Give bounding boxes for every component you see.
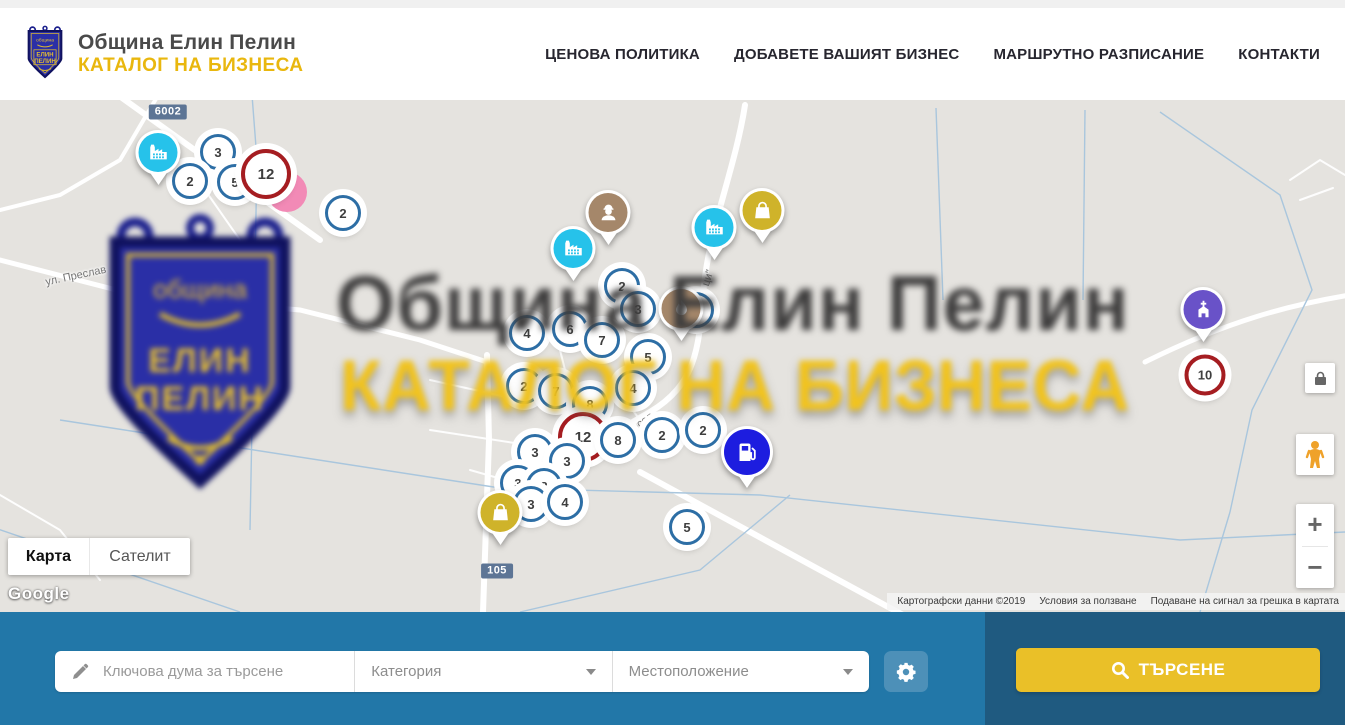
road-badge: 6002 [149, 105, 187, 120]
cluster-marker[interactable]: 12 [241, 149, 291, 199]
cluster-marker[interactable]: 2 [644, 417, 680, 453]
factory-icon [139, 133, 178, 172]
map-type-control: Карта Сателит [8, 538, 190, 575]
cluster-marker[interactable]: 5 [669, 509, 705, 545]
search-icon [1111, 661, 1129, 679]
map-type-satellite-button[interactable]: Сателит [90, 538, 190, 575]
cluster-marker[interactable]: 2 [325, 195, 361, 231]
keyword-input[interactable] [101, 662, 325, 681]
map-lock-button[interactable] [1305, 363, 1335, 393]
location-select[interactable]: Местоположение [612, 651, 869, 692]
search-fields-group: Категория Местоположение [55, 651, 869, 692]
church-icon [1184, 290, 1223, 329]
map-attribution: Картографски данни ©2019 Условия за полз… [887, 593, 1345, 610]
pin-marker-factory[interactable] [692, 205, 737, 260]
pin-marker-church[interactable] [1181, 287, 1226, 342]
zoom-out-button[interactable]: − [1296, 547, 1334, 589]
search-button-label: ТЪРСЕНЕ [1139, 660, 1226, 680]
svg-text:община: община [36, 38, 54, 44]
cluster-marker[interactable]: 4 [509, 315, 545, 351]
site-logo[interactable]: община ЕЛИН ПЕЛИН Община Елин Пелин КАТА… [22, 25, 303, 83]
pencil-icon [71, 663, 89, 681]
google-logo[interactable]: Google [8, 584, 70, 604]
lock-icon [1314, 371, 1327, 386]
cluster-marker[interactable]: 3 [620, 291, 656, 327]
attribution-terms-link[interactable]: Условия за ползване [1039, 596, 1136, 607]
gear-icon [895, 661, 917, 683]
nav-item-contacts[interactable]: КОНТАКТИ [1238, 46, 1320, 63]
pin-marker-bag[interactable] [478, 490, 523, 545]
cluster-marker[interactable]: 4 [615, 370, 651, 406]
nav-item-pricing[interactable]: ЦЕНОВА ПОЛИТИКА [545, 46, 700, 63]
zoom-control: + − [1296, 504, 1334, 588]
search-bar: Категория Местоположение ТЪРСЕНЕ [0, 612, 1345, 725]
pin-marker-factory[interactable] [136, 130, 181, 185]
pegman-button[interactable] [1296, 434, 1334, 475]
location-value: Местоположение [629, 663, 749, 680]
main-nav: ЦЕНОВА ПОЛИТИКА ДОБАВЕТЕ ВАШИЯТ БИЗНЕС МАР… [545, 46, 1320, 63]
factory-icon [554, 229, 593, 268]
category-select[interactable]: Категория [354, 651, 611, 692]
site-title: Община Елин Пелин [78, 31, 303, 55]
nav-item-add-business[interactable]: ДОБАВЕТЕ ВАШИЯТ БИЗНЕС [734, 46, 959, 63]
map-canvas[interactable]: 6002105 ул. Преславбул. „Новоселци" 3251… [0, 100, 1345, 612]
map-type-map-button[interactable]: Карта [8, 538, 90, 575]
attribution-report-link[interactable]: Подаване на сигнал за грешка в картата [1151, 596, 1339, 607]
svg-text:ЕЛИН: ЕЛИН [36, 51, 54, 58]
nav-item-route-schedule[interactable]: МАРШРУТНО РАЗПИСАНИЕ [993, 46, 1204, 63]
pin-marker-flame[interactable] [659, 286, 704, 341]
pin-marker-fuel[interactable] [721, 426, 773, 488]
pin-marker-bag[interactable] [740, 188, 785, 243]
chevron-down-icon [843, 669, 853, 675]
pegman-icon [1305, 440, 1325, 470]
keyword-field[interactable] [55, 651, 354, 692]
search-button[interactable]: ТЪРСЕНЕ [1016, 648, 1320, 692]
bag-icon [481, 493, 520, 532]
chevron-down-icon [586, 669, 596, 675]
fuel-icon [724, 429, 770, 475]
svg-text:ПЕЛИН: ПЕЛИН [34, 58, 56, 65]
flame-icon [662, 289, 701, 328]
cluster-marker[interactable]: 10 [1185, 355, 1226, 396]
road-badge: 105 [481, 564, 513, 579]
cluster-marker[interactable]: 6 [552, 311, 588, 347]
advanced-search-button[interactable] [884, 651, 928, 692]
municipality-emblem-icon: община ЕЛИН ПЕЛИН [22, 25, 68, 83]
attribution-copyright: Картографски данни ©2019 [897, 596, 1025, 607]
cluster-marker[interactable]: 2 [685, 412, 721, 448]
header: община ЕЛИН ПЕЛИН Община Елин Пелин КАТА… [0, 8, 1345, 101]
cluster-marker[interactable]: 2 [506, 368, 542, 404]
cluster-marker[interactable]: 8 [600, 422, 636, 458]
cluster-marker[interactable]: 7 [584, 322, 620, 358]
zoom-in-button[interactable]: + [1296, 504, 1334, 546]
factory-icon [695, 208, 734, 247]
pin-marker-factory[interactable] [551, 226, 596, 281]
cluster-marker[interactable]: 7 [538, 373, 574, 409]
category-value: Категория [371, 663, 441, 680]
bag-icon [743, 191, 782, 230]
site-subtitle: КАТАЛОГ НА БИЗНЕСА [78, 55, 303, 77]
cluster-marker[interactable]: 4 [547, 484, 583, 520]
